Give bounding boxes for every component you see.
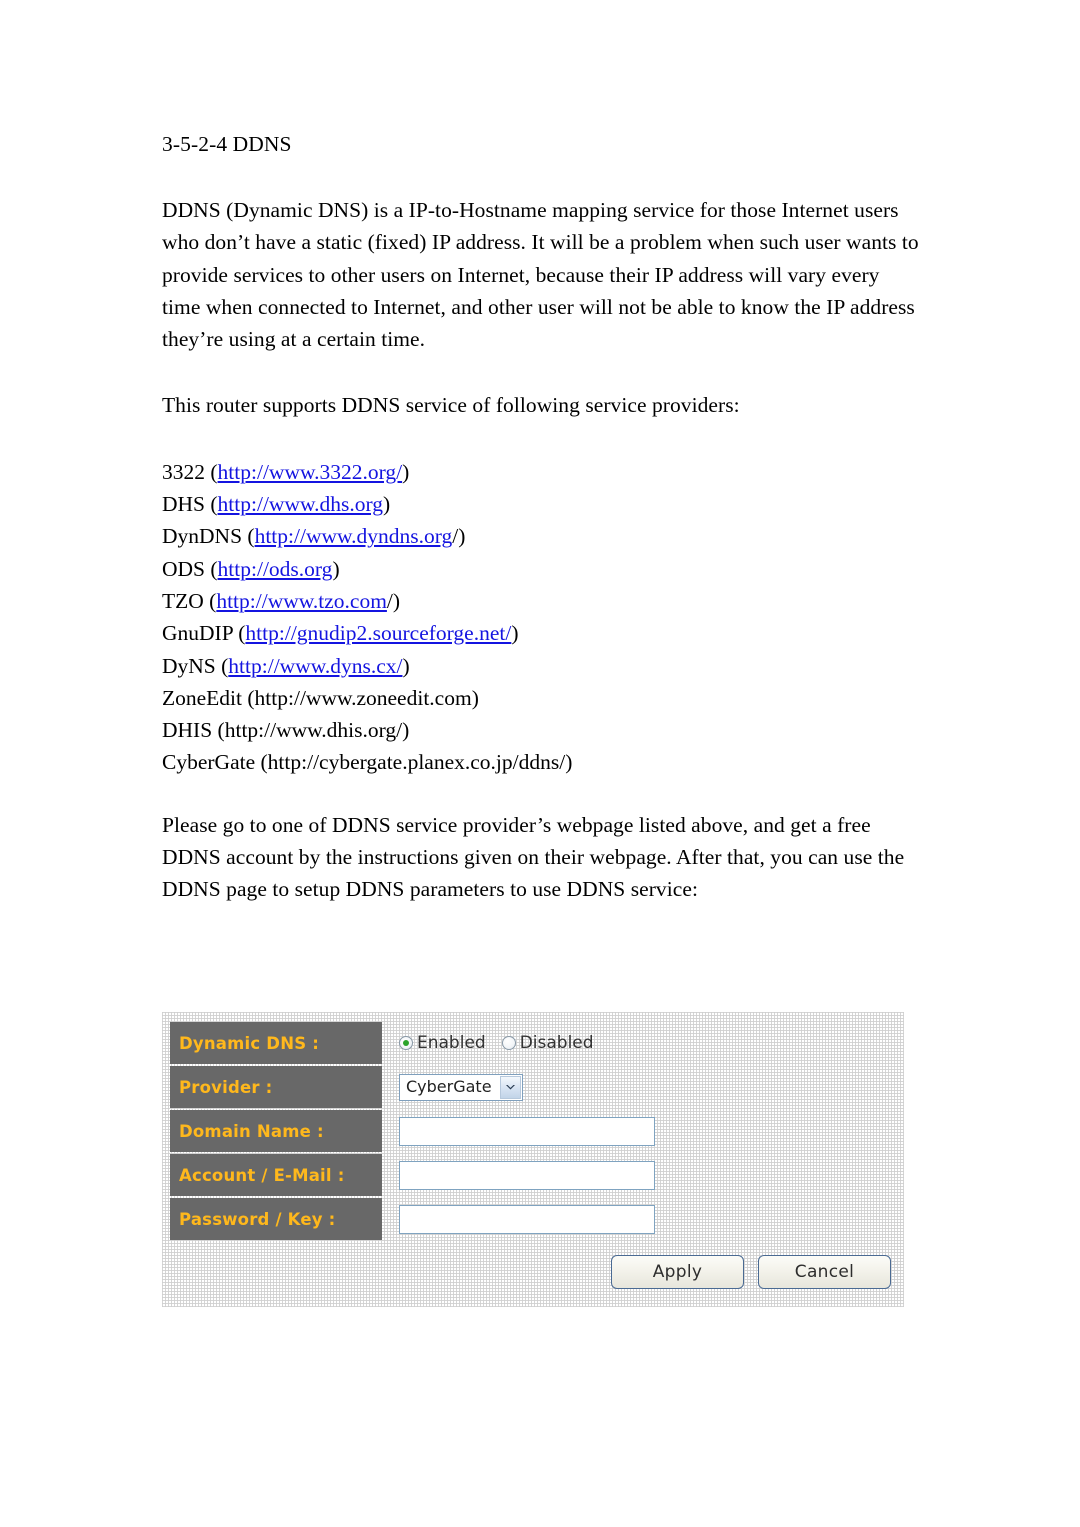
provider-entry: DynDNS (http://www.dyndns.org/) xyxy=(162,520,922,552)
provider-url-suffix: ) xyxy=(383,492,391,517)
provider-entry: DyNS (http://www.dyns.cx/) xyxy=(162,650,922,682)
radio-enabled-label: Enabled xyxy=(417,1032,486,1053)
provider-name: DyNS ( xyxy=(162,653,229,678)
password-key-input[interactable] xyxy=(399,1204,655,1234)
provider-entry: CyberGate (http://cybergate.planex.co.jp… xyxy=(162,746,922,778)
label-domain-name: Domain Name : xyxy=(170,1110,382,1152)
provider-url-link[interactable]: http://www.dyndns.org xyxy=(255,524,453,548)
apply-button[interactable]: Apply xyxy=(611,1255,744,1289)
closing-paragraph: Please go to one of DDNS service provide… xyxy=(162,812,905,902)
radio-option-disabled[interactable]: Disabled xyxy=(501,1032,594,1053)
provider-entry: ODS (http://ods.org) xyxy=(162,553,922,585)
provider-url-suffix: ) xyxy=(402,653,410,678)
form-row-provider: Provider : CyberGate xyxy=(170,1066,896,1108)
provider-name: DHS ( xyxy=(162,492,218,517)
label-provider: Provider : xyxy=(170,1066,382,1108)
provider-url-suffix: /) xyxy=(452,524,466,549)
provider-url-text: http://cybergate.planex.co.jp/ddns/ xyxy=(267,750,566,775)
provider-url-link[interactable]: http://www.tzo.com xyxy=(216,589,387,613)
providers-intro-paragraph: This router supports DDNS service of fol… xyxy=(162,393,740,418)
provider-name: ZoneEdit ( xyxy=(162,685,255,710)
cancel-button[interactable]: Cancel xyxy=(758,1255,891,1289)
radio-disabled-label: Disabled xyxy=(519,1032,594,1053)
provider-selected-value: CyberGate xyxy=(406,1077,492,1096)
provider-url-link[interactable]: http://www.dyns.cx/ xyxy=(228,654,402,678)
provider-url-text: http://www.zoneedit.com xyxy=(254,685,472,710)
form-row-account-email: Account / E-Mail : xyxy=(170,1154,896,1196)
field-provider: CyberGate xyxy=(382,1066,896,1108)
provider-entry: DHIS (http://www.dhis.org/) xyxy=(162,714,922,746)
form-row-password-key: Password / Key : xyxy=(170,1198,896,1240)
label-password-key: Password / Key : xyxy=(170,1198,382,1240)
account-email-input[interactable] xyxy=(399,1160,655,1190)
provider-url-link[interactable]: http://www.dhs.org xyxy=(218,492,383,516)
label-account-email: Account / E-Mail : xyxy=(170,1154,382,1196)
field-password-key xyxy=(382,1198,896,1240)
provider-name: DHIS ( xyxy=(162,718,225,743)
provider-name: TZO ( xyxy=(162,588,217,613)
provider-url-link[interactable]: http://ods.org xyxy=(218,557,333,581)
provider-entry: GnuDIP (http://gnudip2.sourceforge.net/) xyxy=(162,617,922,649)
radio-option-enabled[interactable]: Enabled xyxy=(399,1032,486,1053)
provider-url-link[interactable]: http://gnudip2.sourceforge.net/ xyxy=(245,621,511,645)
form-row-domain-name: Domain Name : xyxy=(170,1110,896,1152)
dynamic-dns-radio-group: Enabled Disabled xyxy=(399,1032,610,1053)
intro-paragraph: DDNS (Dynamic DNS) is a IP-to-Hostname m… xyxy=(162,198,919,352)
provider-entry: TZO (http://www.tzo.com/) xyxy=(162,585,922,617)
provider-url-suffix: ) xyxy=(471,685,479,710)
provider-name: CyberGate ( xyxy=(162,750,268,775)
label-dynamic-dns: Dynamic DNS : xyxy=(170,1022,382,1064)
provider-entry: ZoneEdit (http://www.zoneedit.com) xyxy=(162,682,922,714)
provider-url-link[interactable]: http://www.3322.org/ xyxy=(218,460,403,484)
provider-name: GnuDIP ( xyxy=(162,621,246,646)
provider-select[interactable]: CyberGate xyxy=(399,1073,523,1101)
panel-button-bar: Apply Cancel xyxy=(611,1255,891,1289)
form-row-dynamic-dns: Dynamic DNS : Enabled Disabled xyxy=(170,1022,896,1064)
provider-url-suffix: ) xyxy=(565,750,573,775)
provider-list: 3322 (http://www.3322.org/) DHS (http://w… xyxy=(162,456,922,779)
radio-enabled-icon[interactable] xyxy=(399,1036,413,1050)
document-body: 3-5-2-4 DDNS DDNS (Dynamic DNS) is a IP-… xyxy=(162,0,922,906)
field-account-email xyxy=(382,1154,896,1196)
provider-name: 3322 ( xyxy=(162,459,218,484)
provider-url-text: http://www.dhis.org/ xyxy=(224,718,403,743)
provider-url-suffix: ) xyxy=(332,556,340,581)
provider-name: DynDNS ( xyxy=(162,524,255,549)
provider-name: ODS ( xyxy=(162,556,218,581)
provider-entry: 3322 (http://www.3322.org/) xyxy=(162,456,922,488)
chevron-down-icon[interactable] xyxy=(499,1075,521,1099)
domain-name-input[interactable] xyxy=(399,1116,655,1146)
page-title: 3-5-2-4 DDNS xyxy=(162,132,292,156)
provider-url-suffix: ) xyxy=(402,718,410,743)
provider-url-suffix: ) xyxy=(402,459,410,484)
provider-url-suffix: ) xyxy=(511,621,519,646)
provider-url-suffix: /) xyxy=(386,588,401,613)
field-dynamic-dns: Enabled Disabled xyxy=(382,1022,896,1064)
provider-entry: DHS (http://www.dhs.org) xyxy=(162,488,922,520)
field-domain-name xyxy=(382,1110,896,1152)
ddns-config-panel: Dynamic DNS : Enabled Disabled Provider … xyxy=(162,1012,904,1307)
radio-disabled-icon[interactable] xyxy=(501,1036,516,1050)
